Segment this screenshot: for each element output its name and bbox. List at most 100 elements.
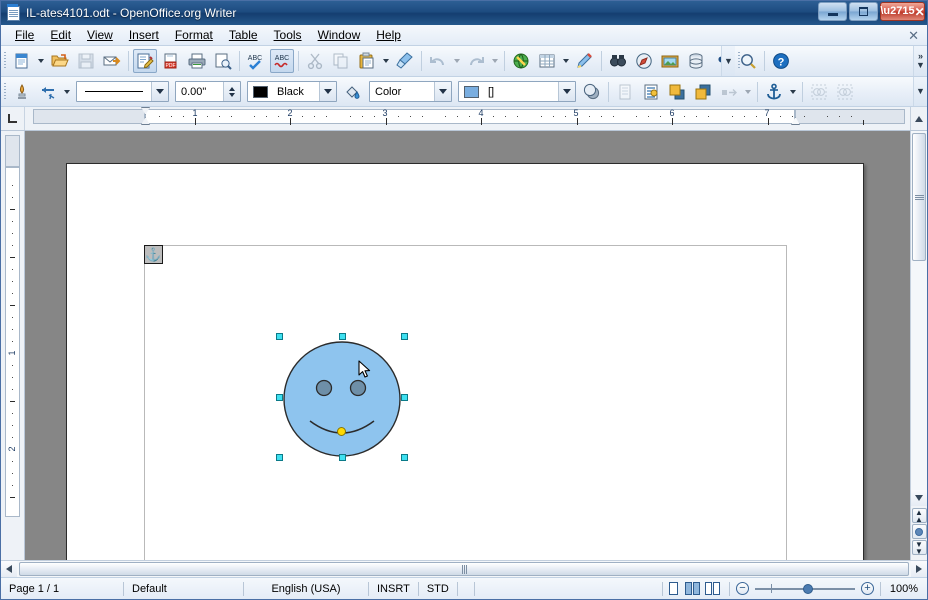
print-preview-icon[interactable]	[211, 49, 235, 73]
new-icon[interactable]	[10, 49, 34, 73]
send-to-back-icon[interactable]	[691, 80, 715, 104]
secondary-toolbar-grip[interactable]	[735, 46, 743, 76]
zoom-in-button[interactable]: +	[861, 582, 874, 595]
edit-file-icon[interactable]	[133, 49, 157, 73]
toolbar-grip[interactable]	[1, 46, 9, 76]
multi-page-view-icon[interactable]	[685, 582, 701, 595]
autospellcheck-icon[interactable]: ABC	[270, 49, 294, 73]
selection-handle-top-left[interactable]	[276, 333, 283, 340]
props-toolbar-grip[interactable]	[1, 77, 9, 106]
menu-table[interactable]: Table	[221, 26, 266, 44]
horizontal-scroll-track[interactable]	[17, 561, 911, 577]
paste-icon[interactable]	[355, 49, 379, 73]
anchor-dropdown-icon[interactable]	[790, 89, 796, 94]
status-page-style[interactable]: Default	[124, 583, 243, 595]
undo-dropdown-icon[interactable]	[454, 59, 460, 63]
standard-toolbar-expand[interactable]: ▼	[721, 46, 735, 76]
table-dropdown-icon[interactable]	[563, 59, 569, 63]
bring-to-front-icon[interactable]	[665, 80, 689, 104]
vertical-scroll-track[interactable]	[911, 131, 927, 490]
document-canvas[interactable]: ⚓	[25, 131, 910, 560]
menu-view[interactable]: View	[79, 26, 121, 44]
vertical-ruler[interactable]: 1 2	[1, 131, 25, 560]
close-button[interactable]: \u2715 ✕	[880, 2, 925, 21]
status-selection-mode[interactable]: STD	[419, 583, 457, 595]
menu-insert[interactable]: Insert	[121, 26, 167, 44]
hyperlink-icon[interactable]	[509, 49, 533, 73]
cut-icon[interactable]	[303, 49, 327, 73]
arrow-style-icon[interactable]	[36, 80, 60, 104]
scroll-left-button[interactable]	[1, 561, 17, 577]
wrap-off-icon[interactable]	[613, 80, 637, 104]
shadow-icon[interactable]	[580, 80, 604, 104]
copy-icon[interactable]	[329, 49, 353, 73]
zoom-out-button[interactable]: −	[736, 582, 749, 595]
maximize-button[interactable]	[849, 2, 878, 21]
anchor-icon[interactable]	[762, 80, 786, 104]
selection-handle-top-right[interactable]	[401, 333, 408, 340]
menu-format[interactable]: Format	[167, 26, 221, 44]
zoom-value[interactable]: 100%	[881, 583, 927, 595]
navigator-icon[interactable]	[632, 49, 656, 73]
vertical-scrollbar[interactable]: ▲ ▲ ▼ ▼	[910, 131, 927, 560]
selection-handle-top-center[interactable]	[338, 333, 346, 340]
fill-area-style-icon[interactable]	[341, 80, 365, 104]
fill-color-dropdown[interactable]: []	[458, 81, 576, 102]
previous-page-button[interactable]: ▲ ▲	[911, 508, 927, 523]
undo-icon[interactable]	[426, 49, 450, 73]
single-page-view-icon[interactable]	[665, 582, 681, 595]
props-toolbar-expand[interactable]: ▼	[913, 77, 927, 106]
menu-tools[interactable]: Tools	[266, 26, 310, 44]
scroll-down-button[interactable]	[911, 490, 927, 506]
paste-dropdown-icon[interactable]	[383, 59, 389, 63]
open-icon[interactable]	[48, 49, 72, 73]
line-style-chevron-icon[interactable]	[151, 82, 168, 101]
minimize-button[interactable]	[818, 2, 847, 21]
line-width-spinner[interactable]: 0.00"	[175, 81, 241, 102]
wrap-on-icon[interactable]	[639, 80, 663, 104]
smiley-face-shape[interactable]	[276, 333, 408, 461]
data-sources-icon[interactable]	[684, 49, 708, 73]
status-language[interactable]: English (USA)	[244, 583, 368, 595]
table-icon[interactable]	[535, 49, 559, 73]
selection-handle-bottom-right[interactable]	[401, 454, 408, 461]
zoom-knob[interactable]	[803, 583, 813, 594]
menu-window[interactable]: Window	[310, 26, 369, 44]
status-insert-mode[interactable]: INSRT	[369, 583, 418, 595]
area-style-dropdown[interactable]: Color	[369, 81, 452, 102]
zoom-slider[interactable]: − +	[730, 582, 880, 595]
group-icon[interactable]	[833, 80, 857, 104]
zoom-track[interactable]	[755, 583, 855, 594]
fill-color-chevron-icon[interactable]	[558, 82, 575, 101]
email-icon[interactable]	[100, 49, 124, 73]
arrow-style-dropdown-icon[interactable]	[64, 89, 70, 94]
line-color-dropdown[interactable]: Black	[247, 81, 337, 102]
save-icon[interactable]	[74, 49, 98, 73]
scroll-right-button[interactable]	[911, 561, 927, 577]
gallery-icon[interactable]	[658, 49, 682, 73]
navigation-button[interactable]	[911, 524, 927, 539]
redo-dropdown-icon[interactable]	[492, 59, 498, 63]
area-style-chevron-icon[interactable]	[434, 82, 451, 101]
find-replace-icon[interactable]	[606, 49, 630, 73]
new-dropdown-icon[interactable]	[38, 59, 44, 63]
ungroup-icon[interactable]	[807, 80, 831, 104]
print-icon[interactable]	[185, 49, 209, 73]
menu-help[interactable]: Help	[368, 26, 409, 44]
horizontal-scrollbar[interactable]	[1, 560, 927, 577]
document-page[interactable]: ⚓	[66, 163, 864, 560]
horizontal-scroll-thumb[interactable]	[19, 562, 909, 576]
selection-handle-middle-left[interactable]	[276, 393, 283, 401]
toolbar-overflow-button[interactable]: » ▼	[913, 46, 927, 76]
tab-stop-left-icon[interactable]	[1, 107, 25, 130]
next-page-button[interactable]: ▼ ▼	[911, 540, 927, 555]
selection-handle-bottom-center[interactable]	[338, 454, 346, 461]
line-width-stepper[interactable]	[223, 82, 240, 101]
selection-handle-bottom-left[interactable]	[276, 454, 283, 461]
vertical-scroll-thumb[interactable]	[912, 133, 926, 261]
smiley-face-graphic[interactable]	[280, 337, 404, 461]
horizontal-ruler[interactable]: 1 2 3 4 5 6 7	[25, 107, 910, 130]
close-document-button[interactable]: ✕	[908, 28, 919, 44]
line-icon[interactable]	[10, 80, 34, 104]
clone-formatting-icon[interactable]	[393, 49, 417, 73]
